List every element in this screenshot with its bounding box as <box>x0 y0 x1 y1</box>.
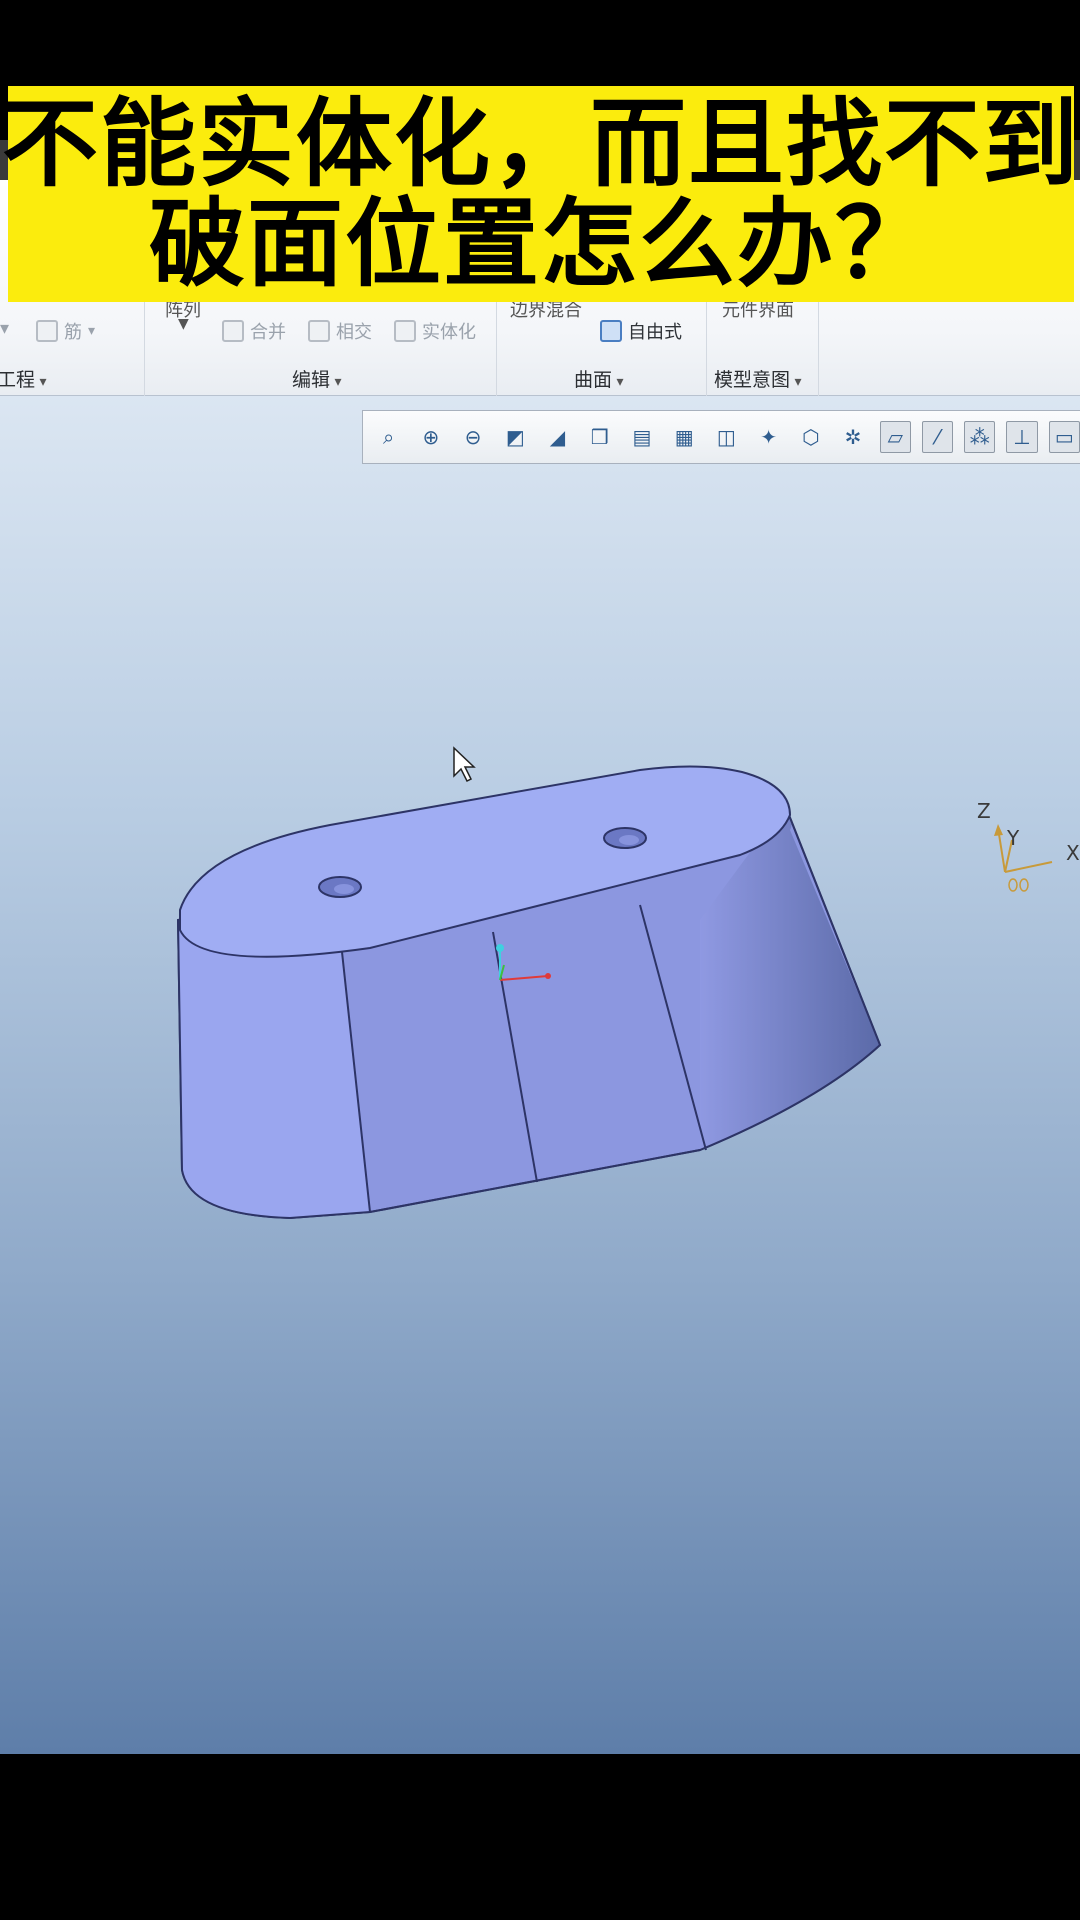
group-separator <box>706 296 707 396</box>
zoom-in-icon[interactable]: ⊕ <box>415 421 446 453</box>
freestyle-icon <box>600 320 622 342</box>
axis-label-z: Z <box>977 799 991 823</box>
annotation-icon[interactable]: ✲ <box>837 421 868 453</box>
shading-icon[interactable]: ◢ <box>542 421 573 453</box>
intersect-button[interactable]: 相交 <box>308 318 372 344</box>
intersect-icon <box>308 320 330 342</box>
group-label-model-intent[interactable]: 模型意图 <box>714 365 802 392</box>
pattern-dropdown-icon[interactable]: ▼ <box>178 316 189 332</box>
rib-button[interactable]: 筋 ▾ <box>36 318 95 344</box>
axis-label-x: X <box>1066 841 1080 865</box>
more-icon[interactable]: ▭ <box>1048 421 1080 453</box>
axis-triad: Z Y X <box>977 799 1080 892</box>
model-canvas: Z Y X <box>176 746 1080 1220</box>
graphics-viewport[interactable]: Z Y X <box>0 396 1080 1754</box>
axis-display-icon[interactable]: ⁄ <box>921 421 954 453</box>
spin-center-icon[interactable]: ✦ <box>753 421 784 453</box>
caption-line-1: 不能实体化，而且找不到 <box>2 88 1080 200</box>
merge-icon <box>222 320 244 342</box>
caption-line-2: 破面位置怎么办？ <box>149 188 933 300</box>
group-separator <box>496 296 497 396</box>
ribbon-item-rib-arrow[interactable]: ▾ <box>0 318 9 339</box>
solidify-button[interactable]: 实体化 <box>394 318 476 344</box>
saved-views-icon[interactable]: ▤ <box>626 421 657 453</box>
datum-display-icon[interactable]: ⬡ <box>795 421 826 453</box>
solidify-icon <box>394 320 416 342</box>
mouse-cursor-icon <box>453 746 476 783</box>
freestyle-button[interactable]: 自由式 <box>600 318 682 344</box>
group-label-surface[interactable]: 曲面 <box>574 365 624 392</box>
repaint-icon[interactable]: ◩ <box>500 421 531 453</box>
group-label-edit[interactable]: 编辑 <box>292 365 342 392</box>
merge-button[interactable]: 合并 <box>222 318 286 344</box>
view-manager-icon[interactable]: ▦ <box>669 421 700 453</box>
csys-display-icon[interactable]: ⊥ <box>1006 421 1038 453</box>
caption-banner: 不能实体化，而且找不到 破面位置怎么办？ <box>2 86 1078 302</box>
point-display-icon[interactable]: ⁂ <box>964 421 996 453</box>
view-toolbar: ⌕ ⊕ ⊖ ◩ ◢ ❒ ▤ ▦ ◫ ✦ ⬡ ✲ ▱ ⁄ ⁂ ⊥ ▭ <box>362 410 1080 464</box>
group-separator <box>144 296 145 396</box>
refit-icon[interactable]: ⌕ <box>373 421 404 453</box>
display-style-icon[interactable]: ❒ <box>584 421 615 453</box>
plane-display-icon[interactable]: ▱ <box>879 421 911 453</box>
group-separator <box>818 296 819 396</box>
rib-icon <box>36 320 58 342</box>
axis-label-y: Y <box>1006 826 1020 850</box>
group-label-engineering[interactable]: 工程 <box>0 365 47 392</box>
model-left-face <box>178 920 370 1218</box>
zoom-out-icon[interactable]: ⊖ <box>457 421 488 453</box>
bottom-black-bar <box>0 1754 1080 1920</box>
perspective-icon[interactable]: ◫ <box>711 421 742 453</box>
